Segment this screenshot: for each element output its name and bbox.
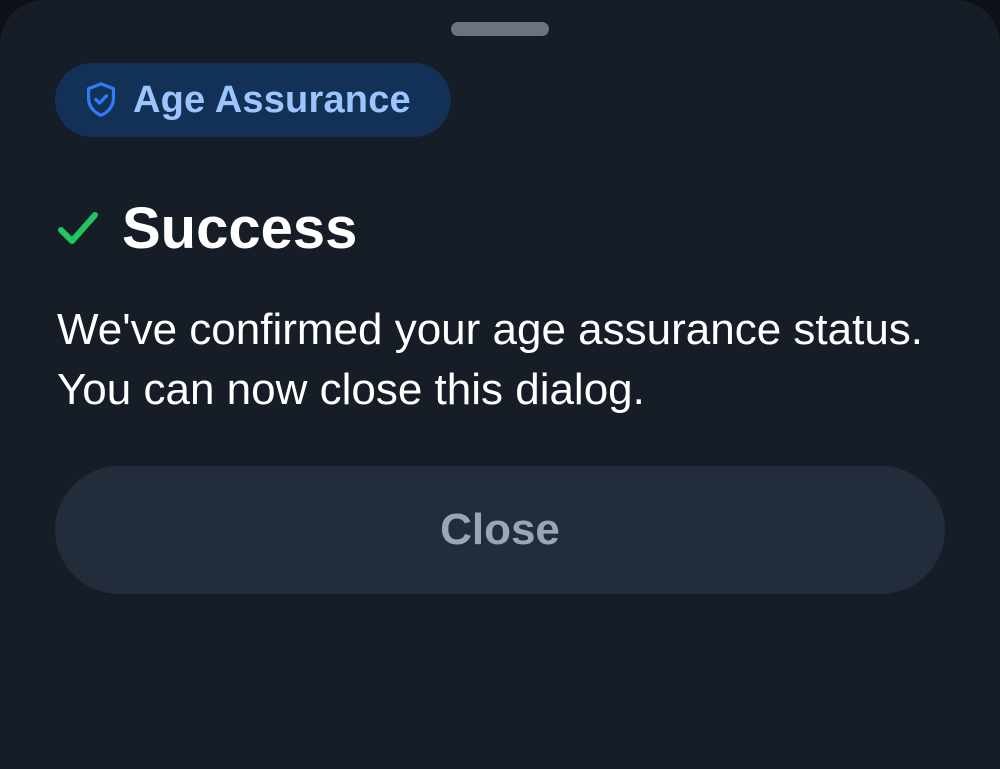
close-button-label: Close [440,505,560,554]
drag-handle[interactable] [451,22,549,36]
confirmation-message: We've confirmed your age assurance statu… [57,305,924,414]
bottom-sheet-dialog: Age Assurance Success We've confirmed yo… [0,0,1000,769]
shield-check-icon [81,80,121,120]
badge-label: Age Assurance [133,78,411,121]
checkmark-icon [56,206,100,250]
status-heading: Success [56,190,357,266]
page-title: Success [122,195,358,261]
close-button[interactable]: Close [55,466,945,594]
age-assurance-badge: Age Assurance [55,63,451,137]
